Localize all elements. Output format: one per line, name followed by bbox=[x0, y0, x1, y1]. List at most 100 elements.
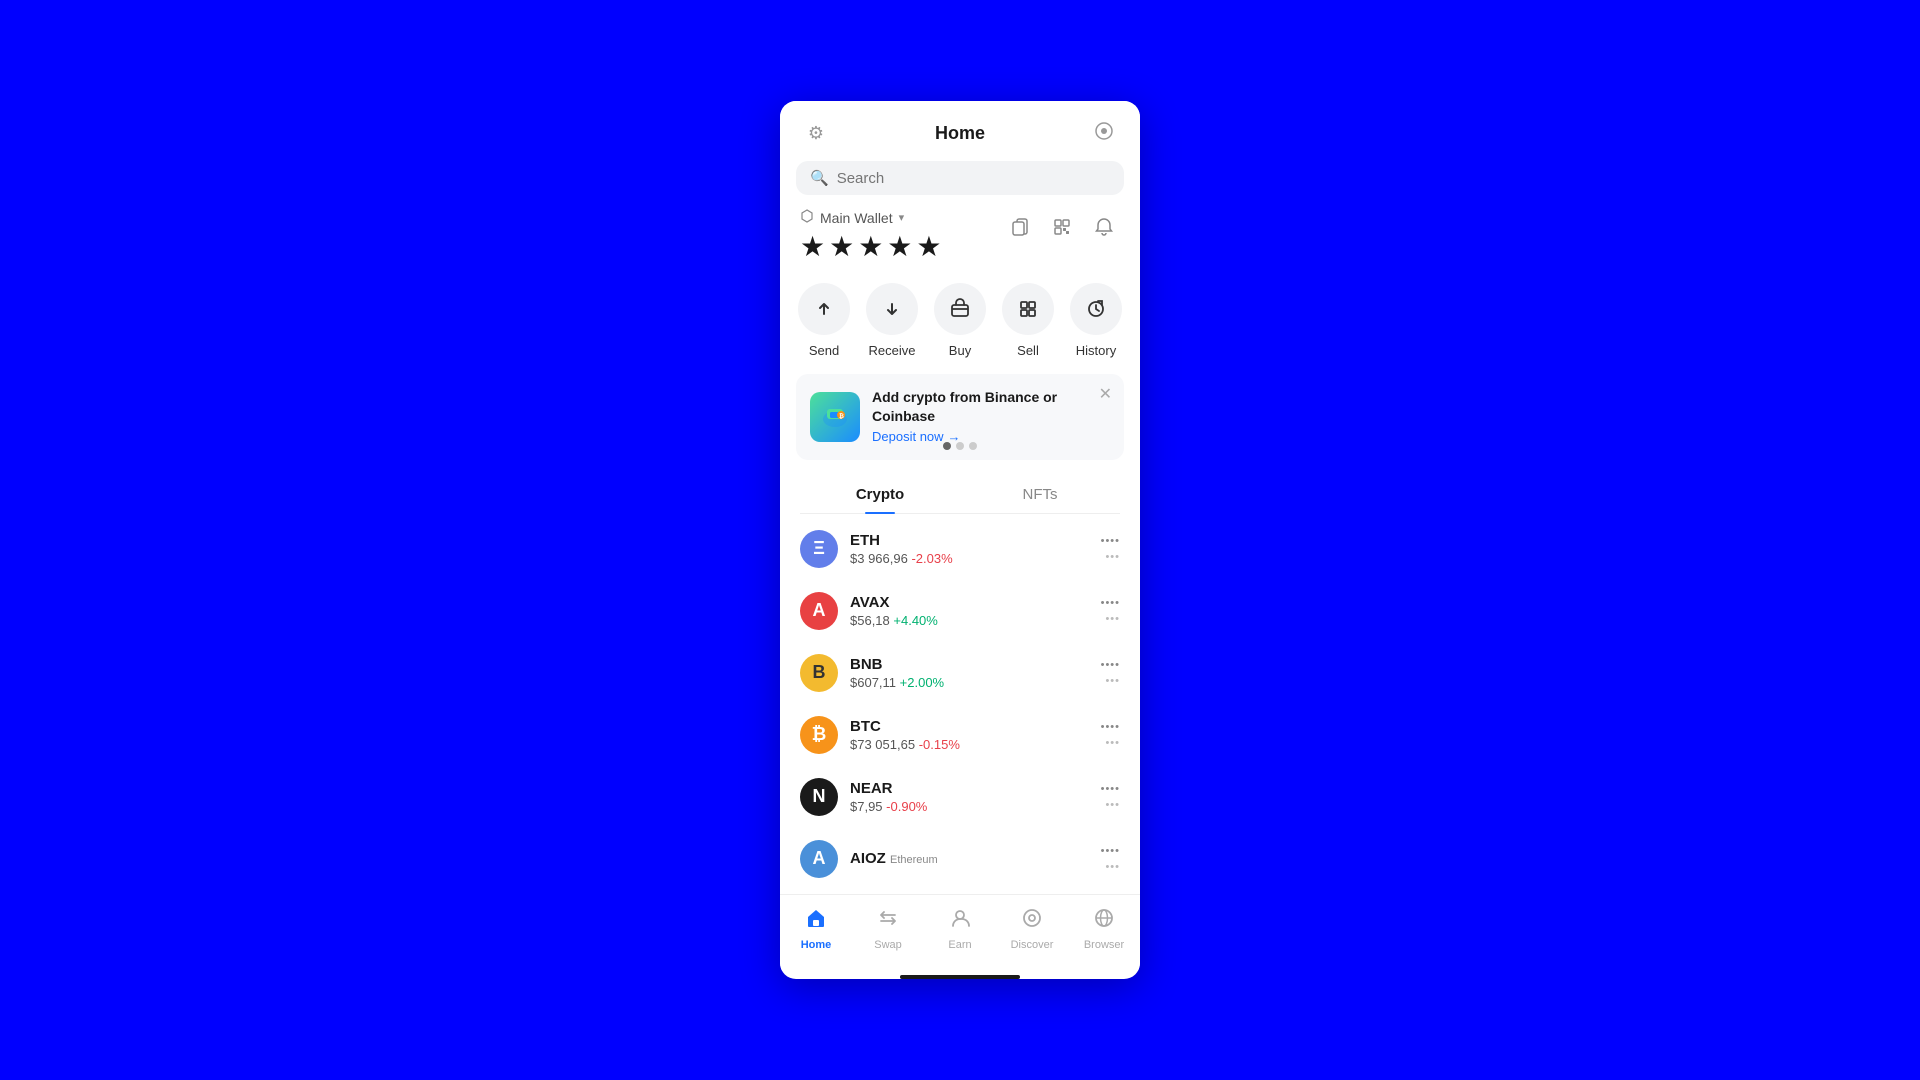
avax-menu[interactable]: ••• bbox=[1105, 613, 1120, 625]
avax-info: AVAX $56,18 +4.40% bbox=[850, 594, 1089, 628]
bnb-info: BNB $607,11 +2.00% bbox=[850, 656, 1089, 690]
wallet-chevron-icon: ▾ bbox=[899, 211, 905, 224]
promo-content: Add crypto from Binance or Coinbase Depo… bbox=[872, 388, 1110, 445]
buy-icon-circle bbox=[934, 283, 986, 335]
browser-icon bbox=[1093, 907, 1115, 935]
earn-icon bbox=[949, 907, 971, 935]
avax-stars: •••• bbox=[1101, 597, 1120, 609]
wallet-action-icons bbox=[1004, 209, 1120, 243]
btc-icon: ₿ bbox=[800, 716, 838, 754]
aioz-info: AIOZ Ethereum bbox=[850, 850, 1089, 867]
near-menu[interactable]: ••• bbox=[1105, 799, 1120, 811]
tab-crypto[interactable]: Crypto bbox=[800, 476, 960, 513]
search-icon: 🔍 bbox=[810, 169, 829, 187]
receive-icon-circle bbox=[866, 283, 918, 335]
search-bar[interactable]: 🔍 bbox=[796, 161, 1124, 195]
home-nav-label: Home bbox=[801, 939, 832, 951]
buy-action[interactable]: Buy bbox=[930, 283, 990, 358]
bnb-symbol: BNB bbox=[850, 656, 1089, 673]
near-stars: •••• bbox=[1101, 783, 1120, 795]
btc-symbol: BTC bbox=[850, 718, 1089, 735]
wallet-section: Main Wallet ▾ ★★★★★ bbox=[780, 205, 1140, 275]
promo-close-button[interactable]: ✕ bbox=[1099, 384, 1112, 404]
btc-price: $73 051,65 -0.15% bbox=[850, 737, 1089, 752]
avax-icon: A bbox=[800, 592, 838, 630]
phone-container: ⚙ Home 🔍 Main Wallet bbox=[780, 101, 1140, 978]
crypto-list: Ξ ETH $3 966,96 -2.03% •••• ••• A AVAX $… bbox=[780, 514, 1140, 894]
copy-button[interactable] bbox=[1004, 211, 1036, 243]
discover-nav-label: Discover bbox=[1011, 939, 1054, 951]
bnb-menu[interactable]: ••• bbox=[1105, 675, 1120, 687]
nav-home[interactable]: Home bbox=[780, 903, 852, 955]
qr-button[interactable] bbox=[1046, 211, 1078, 243]
settings-button[interactable]: ⚙ bbox=[800, 117, 832, 149]
aioz-symbol: AIOZ Ethereum bbox=[850, 850, 1089, 867]
browser-nav-label: Browser bbox=[1084, 939, 1124, 951]
wallet-name-label: Main Wallet bbox=[820, 210, 893, 226]
bottom-nav: Home Swap Earn bbox=[780, 894, 1140, 971]
link-button[interactable] bbox=[1088, 117, 1120, 149]
gear-icon: ⚙ bbox=[808, 123, 824, 144]
receive-action[interactable]: Receive bbox=[862, 283, 922, 358]
eth-icon: Ξ bbox=[800, 530, 838, 568]
buy-label: Buy bbox=[949, 343, 971, 358]
list-item[interactable]: Ξ ETH $3 966,96 -2.03% •••• ••• bbox=[780, 518, 1140, 580]
avax-balance: •••• ••• bbox=[1101, 597, 1120, 625]
list-item[interactable]: ₿ BTC $73 051,65 -0.15% •••• ••• bbox=[780, 704, 1140, 766]
search-input[interactable] bbox=[837, 170, 1110, 187]
wallet-name-row[interactable]: Main Wallet ▾ bbox=[800, 209, 946, 226]
btc-info: BTC $73 051,65 -0.15% bbox=[850, 718, 1089, 752]
btc-menu[interactable]: ••• bbox=[1105, 737, 1120, 749]
btc-balance: •••• ••• bbox=[1101, 721, 1120, 749]
near-price: $7,95 -0.90% bbox=[850, 799, 1089, 814]
tab-nfts[interactable]: NFTs bbox=[960, 476, 1120, 513]
svg-text:₿: ₿ bbox=[839, 413, 844, 420]
send-label: Send bbox=[809, 343, 839, 358]
list-item[interactable]: A AVAX $56,18 +4.40% •••• ••• bbox=[780, 580, 1140, 642]
bnb-price: $607,11 +2.00% bbox=[850, 675, 1089, 690]
eth-stars: •••• bbox=[1101, 535, 1120, 547]
aioz-icon: A bbox=[800, 840, 838, 878]
sell-label: Sell bbox=[1017, 343, 1039, 358]
asset-tabs: Crypto NFTs bbox=[800, 476, 1120, 514]
eth-price: $3 966,96 -2.03% bbox=[850, 551, 1089, 566]
history-action[interactable]: History bbox=[1066, 283, 1126, 358]
near-balance: •••• ••• bbox=[1101, 783, 1120, 811]
swap-nav-label: Swap bbox=[874, 939, 902, 951]
notifications-button[interactable] bbox=[1088, 211, 1120, 243]
sell-icon-circle bbox=[1002, 283, 1054, 335]
promo-dot-1 bbox=[943, 442, 951, 450]
nav-earn[interactable]: Earn bbox=[924, 903, 996, 955]
aioz-menu[interactable]: ••• bbox=[1105, 861, 1120, 873]
nav-browser[interactable]: Browser bbox=[1068, 903, 1140, 955]
home-icon bbox=[805, 907, 827, 935]
sell-action[interactable]: Sell bbox=[998, 283, 1058, 358]
promo-dot-2 bbox=[956, 442, 964, 450]
history-icon-circle bbox=[1070, 283, 1122, 335]
aioz-stars: •••• bbox=[1101, 845, 1120, 857]
swap-icon bbox=[877, 907, 899, 935]
list-item[interactable]: A AIOZ Ethereum •••• ••• bbox=[780, 828, 1140, 890]
avax-symbol: AVAX bbox=[850, 594, 1089, 611]
btc-stars: •••• bbox=[1101, 721, 1120, 733]
promo-image: ₿ bbox=[810, 392, 860, 442]
send-action[interactable]: Send bbox=[794, 283, 854, 358]
bnb-balance: •••• ••• bbox=[1101, 659, 1120, 687]
nav-swap[interactable]: Swap bbox=[852, 903, 924, 955]
nav-discover[interactable]: Discover bbox=[996, 903, 1068, 955]
discover-icon bbox=[1021, 907, 1043, 935]
wallet-info: Main Wallet ▾ ★★★★★ bbox=[800, 209, 946, 263]
bnb-icon: B bbox=[800, 654, 838, 692]
aioz-balance: •••• ••• bbox=[1101, 845, 1120, 873]
history-label: History bbox=[1076, 343, 1116, 358]
avax-price: $56,18 +4.40% bbox=[850, 613, 1089, 628]
list-item[interactable]: B BNB $607,11 +2.00% •••• ••• bbox=[780, 642, 1140, 704]
near-symbol: NEAR bbox=[850, 780, 1089, 797]
wallet-chain-icon bbox=[800, 209, 814, 226]
home-indicator bbox=[900, 975, 1020, 979]
eth-menu[interactable]: ••• bbox=[1105, 551, 1120, 563]
list-item[interactable]: N NEAR $7,95 -0.90% •••• ••• bbox=[780, 766, 1140, 828]
page-title: Home bbox=[935, 123, 985, 144]
link-icon bbox=[1094, 121, 1114, 146]
promo-title: Add crypto from Binance or Coinbase bbox=[872, 388, 1110, 424]
